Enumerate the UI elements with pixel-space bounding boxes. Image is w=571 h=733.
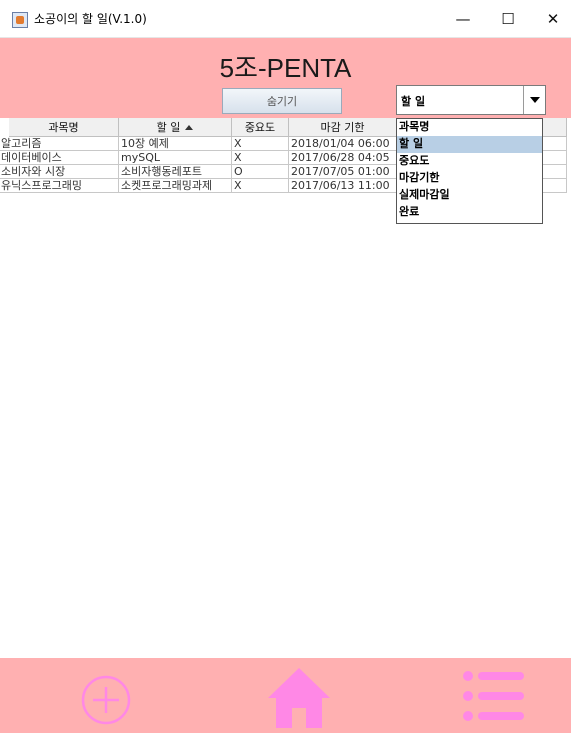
cell-importance[interactable]: O: [232, 165, 289, 179]
add-icon[interactable]: [80, 674, 132, 726]
window-title-bar: 소공이의 할 일(V.1.0) — ☐ ✕: [0, 0, 571, 38]
java-app-icon: [12, 12, 28, 28]
close-button[interactable]: ✕: [531, 6, 571, 32]
dropdown-option-deadline[interactable]: 마감기한: [397, 170, 542, 187]
chevron-down-icon: [530, 97, 540, 103]
column-header-subject[interactable]: 과목명: [9, 118, 119, 137]
cell-task[interactable]: 소켓프로그래밍과제: [119, 179, 232, 193]
cell-deadline[interactable]: 2017/06/28 04:05: [289, 151, 397, 165]
column-header-deadline[interactable]: 마감 기한: [289, 118, 397, 137]
hide-button[interactable]: 숨기기: [222, 88, 342, 114]
dropdown-option-task[interactable]: 할 일: [397, 136, 542, 153]
maximize-button[interactable]: ☐: [486, 6, 530, 32]
sort-dropdown-list: 과목명 할 일 중요도 마감기한 실제마감일 완료: [396, 118, 543, 224]
bottom-toolbar: [0, 658, 571, 733]
column-header-task[interactable]: 할 일: [119, 118, 232, 137]
cell-deadline[interactable]: 2017/07/05 01:00: [289, 165, 397, 179]
cell-task[interactable]: 10장 예제: [119, 137, 232, 151]
menu-list-icon[interactable]: [462, 670, 526, 722]
app-title: 5조-PENTA: [219, 53, 352, 83]
window-title: 소공이의 할 일(V.1.0): [34, 12, 147, 26]
minimize-button[interactable]: —: [441, 6, 485, 32]
home-icon[interactable]: [266, 666, 332, 730]
cell-subject[interactable]: 소비자와 시장: [0, 165, 119, 179]
dropdown-option-actual-deadline[interactable]: 실제마감일: [397, 187, 542, 204]
cell-importance[interactable]: X: [232, 151, 289, 165]
cell-importance[interactable]: X: [232, 179, 289, 193]
sort-select[interactable]: 할 일: [396, 85, 546, 115]
sort-select-value: 할 일: [401, 95, 426, 108]
column-header-importance[interactable]: 중요도: [232, 118, 289, 137]
sort-select-toggle[interactable]: [523, 86, 545, 114]
dropdown-option-subject[interactable]: 과목명: [397, 119, 542, 136]
cell-deadline[interactable]: 2017/06/13 11:00: [289, 179, 397, 193]
cell-subject[interactable]: 알고리즘: [0, 137, 119, 151]
dropdown-option-importance[interactable]: 중요도: [397, 153, 542, 170]
cell-task[interactable]: 소비자행동레포트: [119, 165, 232, 179]
cell-subject[interactable]: 데이터베이스: [0, 151, 119, 165]
cell-deadline[interactable]: 2018/01/04 06:00: [289, 137, 397, 151]
cell-subject[interactable]: 유닉스프로그래밍: [0, 179, 119, 193]
sort-ascending-icon: [185, 124, 194, 130]
dropdown-option-done[interactable]: 완료: [397, 204, 542, 221]
cell-task[interactable]: mySQL: [119, 151, 232, 165]
cell-importance[interactable]: X: [232, 137, 289, 151]
